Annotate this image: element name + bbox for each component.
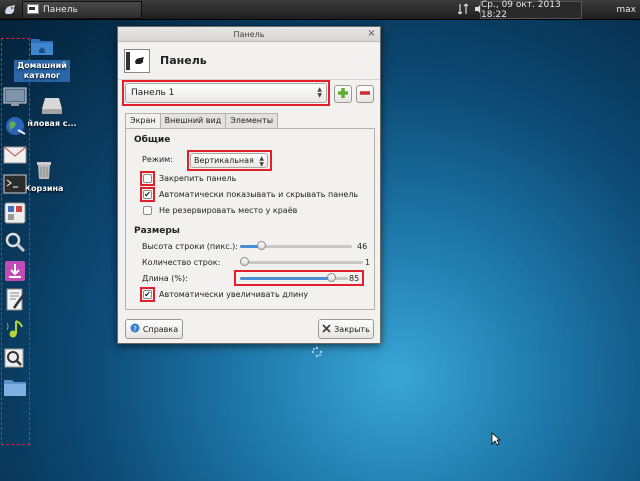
monitor-icon <box>3 87 27 110</box>
terminal-icon <box>3 174 27 197</box>
section-dimensions-title: Размеры <box>134 226 180 236</box>
applications-menu-icon[interactable] <box>0 0 20 20</box>
slider-track <box>240 261 363 264</box>
autohide-checkbox[interactable]: ✔ <box>143 190 152 199</box>
slider-handle[interactable] <box>240 257 249 266</box>
slider-fill <box>240 277 332 280</box>
tab-display[interactable]: Экран <box>125 113 161 129</box>
plus-icon <box>337 87 349 102</box>
help-button[interactable]: ? Справка <box>125 319 183 339</box>
mouse-cursor-icon <box>491 432 502 449</box>
dialog-window-title: Панель <box>233 30 265 39</box>
dock-item-find-files[interactable] <box>2 345 28 374</box>
busy-spinner-icon <box>311 346 323 358</box>
row-size-slider[interactable]: 46 <box>240 240 370 254</box>
remove-panel-button[interactable] <box>356 85 374 103</box>
close-icon[interactable]: × <box>366 29 377 40</box>
settings-icon <box>4 202 26 227</box>
rows-value: 1 <box>365 258 371 267</box>
dock-item-terminal[interactable] <box>2 171 28 200</box>
tab-items[interactable]: Элементы <box>225 113 279 128</box>
search-icon <box>4 231 26 256</box>
length-value: 85 <box>349 274 360 283</box>
mode-label: Режим: <box>142 155 173 164</box>
dock-item-download[interactable] <box>2 258 28 287</box>
svg-text:?: ? <box>133 325 137 333</box>
dialog-header-title: Панель <box>160 54 207 67</box>
length-label: Длина (%): <box>142 274 188 283</box>
drive-icon <box>41 98 63 117</box>
chevron-updown-icon: ▲ ▼ <box>317 86 322 99</box>
desktop-icon-label: йловая с... <box>27 119 77 128</box>
panel-select[interactable]: Панель 1 ▲ ▼ <box>125 83 327 103</box>
dialog-titlebar[interactable]: Панель × <box>118 27 380 42</box>
panel-preferences-dialog: Панель × Панель Панель 1 ▲ ▼ Экран Внешни… <box>117 26 381 344</box>
help-icon: ? <box>130 323 140 335</box>
row-size-label: Высота строки (пикс.): <box>142 242 238 251</box>
mail-icon <box>3 146 27 167</box>
chevron-updown-icon: ▲ ▼ <box>259 155 264 168</box>
dock-item-settings[interactable] <box>2 200 28 229</box>
panel-select-value: Панель 1 <box>131 88 175 98</box>
download-icon <box>4 260 26 285</box>
row-size-value: 46 <box>357 242 368 251</box>
home-folder-icon <box>30 39 54 58</box>
dock-item-search[interactable] <box>2 229 28 258</box>
dock-item-music[interactable] <box>2 316 28 345</box>
rows-slider[interactable]: 1 <box>240 256 370 270</box>
clock[interactable]: Ср., 09 окт. 2013 18:22 <box>480 0 582 20</box>
editor-icon <box>4 288 26 315</box>
slider-handle[interactable] <box>257 241 266 250</box>
find-files-icon <box>4 347 26 372</box>
user-menu[interactable]: max <box>590 1 640 19</box>
taskbar-window-label: Панель <box>43 5 78 15</box>
reserve-space-checkbox[interactable] <box>143 206 152 215</box>
desktop-icon-filesystem[interactable]: йловая с... <box>26 97 78 129</box>
help-button-label: Справка <box>142 324 179 334</box>
dock-item-browser[interactable] <box>2 113 28 142</box>
length-slider[interactable]: 85 <box>240 272 360 286</box>
close-button-label: Закрыть <box>334 324 370 334</box>
tab-content-display: Общие Режим: Вертикальная ▲ ▼ Закрепить п… <box>125 128 375 310</box>
lock-panel-checkbox[interactable] <box>143 174 152 183</box>
mode-select[interactable]: Вертикальная ▲ ▼ <box>190 153 268 168</box>
tab-bar: Экран Внешний вид Элементы <box>125 113 279 129</box>
music-icon <box>4 318 26 343</box>
taskbar-window-button[interactable]: Панель <box>22 1 142 19</box>
dialog-header: Панель <box>118 42 380 80</box>
lock-panel-label: Закрепить панель <box>159 174 237 183</box>
rows-label: Количество строк: <box>142 258 221 267</box>
minus-icon <box>359 87 371 102</box>
section-general-title: Общие <box>134 135 171 145</box>
dock-item-monitor[interactable] <box>2 84 28 113</box>
folder-icon <box>3 377 27 400</box>
dock-item-folder[interactable] <box>2 374 28 403</box>
mode-select-value: Вертикальная <box>194 156 254 165</box>
reserve-space-label: Не резервировать место у краёв <box>159 206 298 215</box>
dock-item-mail[interactable] <box>2 142 28 171</box>
vertical-dock <box>2 84 28 403</box>
autolength-label: Автоматически увеличивать длину <box>159 290 309 299</box>
window-icon <box>27 3 39 17</box>
add-panel-button[interactable] <box>334 85 352 103</box>
dock-item-editor[interactable] <box>2 287 28 316</box>
slider-handle[interactable] <box>327 273 336 282</box>
desktop-icon-label: Корзина <box>24 184 64 193</box>
network-icon[interactable] <box>457 2 469 19</box>
browser-globe-icon <box>4 115 26 140</box>
tab-appearance[interactable]: Внешний вид <box>159 113 227 128</box>
close-button[interactable]: Закрыть <box>318 319 374 339</box>
close-icon <box>322 323 331 335</box>
desktop-icon-trash[interactable]: Корзина <box>24 160 64 194</box>
autolength-checkbox[interactable]: ✔ <box>143 290 152 299</box>
autohide-label: Автоматически показывать и скрывать пане… <box>159 190 359 199</box>
user-name: max <box>616 5 636 15</box>
trash-icon <box>36 162 52 182</box>
top-panel: Панель Ср., 09 окт. 2013 18:22 max <box>0 0 640 20</box>
panel-icon <box>124 48 150 73</box>
